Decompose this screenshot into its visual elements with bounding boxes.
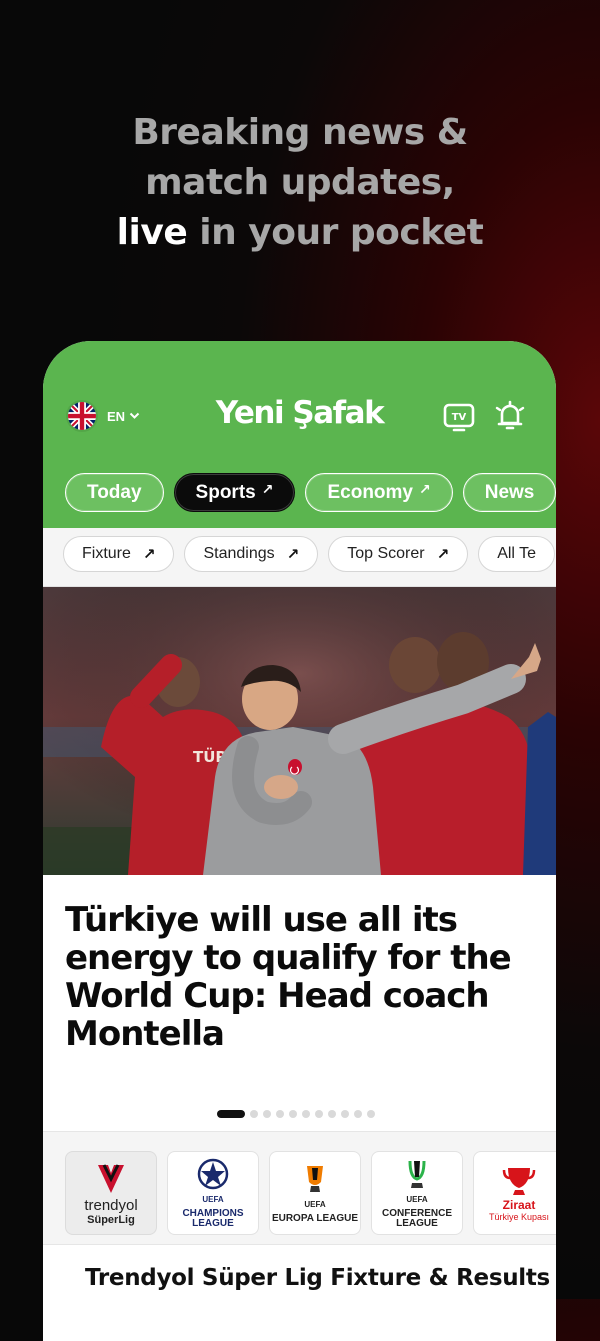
promo-line-3: live in your pocket bbox=[0, 208, 600, 258]
league-name-bottom: EUROPA LEAGUE bbox=[271, 1213, 359, 1224]
league-name-bottom: CHAMPIONS LEAGUE bbox=[182, 1208, 244, 1229]
phone-screen: EN Yeni Şafak TV Today Sports ↗ Economy ↗ … bbox=[43, 341, 556, 1341]
promo-line-2: match updates, bbox=[145, 162, 455, 203]
section-title: Trendyol Süper Lig Fixture & Results bbox=[85, 1265, 550, 1291]
tab-economy[interactable]: Economy ↗ bbox=[305, 473, 453, 512]
app-logo[interactable]: Yeni Şafak bbox=[43, 395, 556, 431]
carousel-dot[interactable] bbox=[217, 1110, 245, 1118]
tab-label: News bbox=[484, 481, 535, 503]
promo-highlight: live bbox=[116, 212, 188, 253]
tab-label: Today bbox=[87, 481, 142, 503]
arrow-up-right-icon: ↗ bbox=[142, 546, 156, 563]
arrow-up-right-icon: ↗ bbox=[419, 481, 431, 497]
promo-line-1: Breaking news & bbox=[132, 112, 468, 153]
notification-bell-icon[interactable] bbox=[494, 399, 526, 433]
carousel-dot[interactable] bbox=[315, 1110, 323, 1118]
promo-headline: Breaking news & match updates, live in y… bbox=[0, 108, 600, 258]
europa-league-logo-icon bbox=[307, 1166, 323, 1192]
league-name-bottom: SüperLig bbox=[87, 1213, 135, 1226]
league-name-top: UEFA bbox=[304, 1200, 326, 1209]
coach-celebration-photo: TÜRKİYE bbox=[43, 587, 556, 875]
tab-today[interactable]: Today bbox=[65, 473, 164, 512]
carousel-dot[interactable] bbox=[354, 1110, 362, 1118]
tab-sports[interactable]: Sports ↗ bbox=[173, 473, 296, 512]
arrow-up-right-icon: ↗ bbox=[286, 546, 300, 563]
carousel-dot[interactable] bbox=[341, 1110, 349, 1118]
category-tabs: Today Sports ↗ Economy ↗ News bbox=[65, 473, 556, 514]
league-champions-league[interactable]: UEFA CHAMPIONS LEAGUE bbox=[167, 1151, 259, 1235]
chip-label: Fixture bbox=[82, 545, 131, 562]
arrow-up-right-icon: ↗ bbox=[261, 481, 274, 497]
league-name-top: UEFA bbox=[406, 1195, 428, 1204]
article-headline[interactable]: Türkiye will use all its energy to quali… bbox=[65, 901, 535, 1053]
chip-label: Top Scorer bbox=[347, 545, 425, 562]
league-turkiye-kupasi[interactable]: Ziraat Türkiye Kupası bbox=[473, 1151, 556, 1235]
tab-news[interactable]: News bbox=[462, 473, 556, 512]
carousel-dot[interactable] bbox=[302, 1110, 310, 1118]
app-header: EN Yeni Şafak TV Today Sports ↗ Economy ↗ … bbox=[43, 341, 556, 528]
champions-league-logo-icon bbox=[197, 1158, 229, 1190]
chip-fixture[interactable]: Fixture ↗ bbox=[63, 536, 175, 572]
carousel-indicator bbox=[217, 1110, 375, 1118]
league-name-bottom: CONFERENCE LEAGUE bbox=[381, 1208, 452, 1229]
hero-photo[interactable]: TÜRKİYE bbox=[43, 587, 556, 875]
tab-label: Economy bbox=[327, 481, 413, 503]
tab-label: Sports bbox=[195, 481, 256, 503]
league-name-bottom: Türkiye Kupası bbox=[488, 1212, 550, 1222]
league-name-top: UEFA bbox=[202, 1195, 224, 1204]
league-selector: trendyol SüperLig UEFA CHAMPIONS LEAGUE … bbox=[43, 1131, 556, 1245]
chip-all-teams[interactable]: All Te bbox=[478, 536, 556, 572]
carousel-dot[interactable] bbox=[276, 1110, 284, 1118]
arrow-up-right-icon: ↗ bbox=[436, 546, 450, 563]
tv-icon-label: TV bbox=[452, 412, 467, 423]
sports-subnav: Fixture ↗ Standings ↗ Top Scorer ↗ All Te bbox=[43, 528, 556, 587]
league-name-top: trendyol bbox=[84, 1196, 138, 1214]
league-conference-league[interactable]: UEFA CONFERENCE LEAGUE bbox=[371, 1151, 463, 1235]
super-lig-logo-icon bbox=[98, 1163, 124, 1193]
turkiye-kupasi-logo-icon bbox=[502, 1168, 536, 1195]
carousel-dot[interactable] bbox=[328, 1110, 336, 1118]
carousel-dot[interactable] bbox=[250, 1110, 258, 1118]
chip-standings[interactable]: Standings ↗ bbox=[184, 536, 319, 572]
league-europa-league[interactable]: UEFA EUROPA LEAGUE bbox=[269, 1151, 361, 1235]
promo-line-3-rest: in your pocket bbox=[187, 212, 484, 253]
conference-league-logo-icon bbox=[408, 1160, 426, 1188]
carousel-dot[interactable] bbox=[289, 1110, 297, 1118]
carousel-dot[interactable] bbox=[367, 1110, 375, 1118]
tv-icon[interactable]: TV bbox=[443, 403, 475, 433]
league-super-lig[interactable]: trendyol SüperLig bbox=[65, 1151, 157, 1235]
league-name-top: Ziraat bbox=[502, 1198, 536, 1212]
chip-label: All Te bbox=[497, 545, 537, 562]
chip-top-scorer[interactable]: Top Scorer ↗ bbox=[328, 536, 469, 572]
carousel-dot[interactable] bbox=[263, 1110, 271, 1118]
chip-label: Standings bbox=[203, 545, 275, 562]
